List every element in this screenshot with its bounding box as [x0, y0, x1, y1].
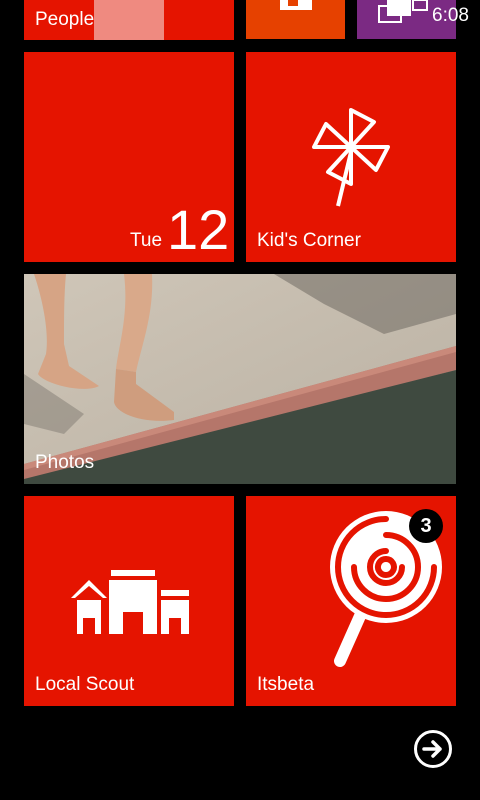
office-tile[interactable] — [246, 0, 345, 39]
people-tile[interactable]: People — [24, 0, 234, 40]
people-photo-patch — [94, 0, 164, 40]
calendar-date: 12 — [167, 198, 230, 261]
tile-label: Photos — [35, 452, 95, 473]
itsbeta-tile[interactable]: 3 Itsbeta — [246, 496, 456, 706]
tile-label: People — [35, 9, 95, 30]
buildings-icon — [71, 570, 189, 634]
kids-corner-tile[interactable]: Kid's Corner — [246, 52, 456, 262]
calendar-day: Tue — [130, 230, 163, 251]
photos-tile[interactable]: Photos — [24, 274, 456, 484]
arrow-right-icon — [422, 740, 442, 758]
local-scout-tile[interactable]: Local Scout — [24, 496, 234, 706]
pinwheel-icon — [312, 108, 390, 207]
messaging-icon — [378, 0, 428, 23]
app-list-button[interactable] — [414, 730, 452, 768]
status-time: 6:08 — [432, 5, 469, 26]
tile-label: Local Scout — [35, 674, 135, 695]
notification-badge: 3 — [409, 509, 443, 543]
calendar-tile[interactable]: Tue 12 — [24, 52, 234, 262]
office-icon — [280, 0, 312, 10]
tile-label: Itsbeta — [257, 674, 315, 695]
tile-label: Kid's Corner — [257, 230, 361, 251]
